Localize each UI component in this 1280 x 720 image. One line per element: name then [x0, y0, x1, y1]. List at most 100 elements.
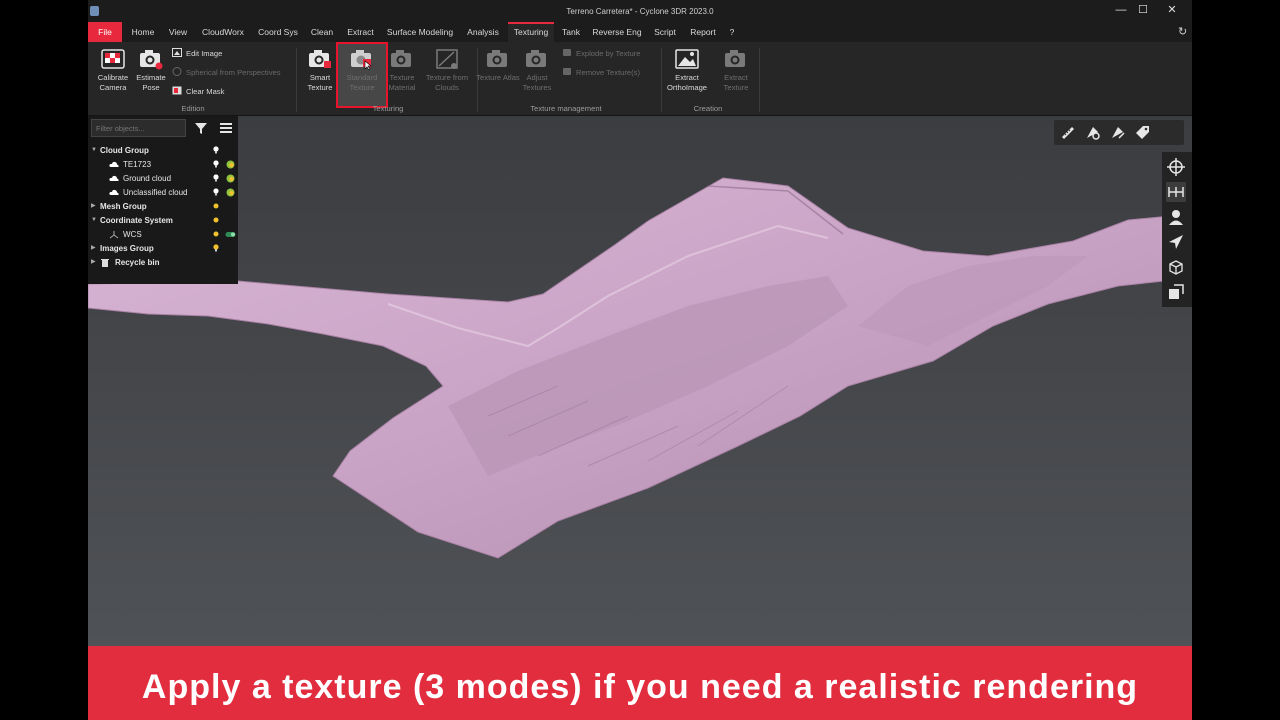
standard-texture-button[interactable]: Standard Texture: [340, 46, 384, 102]
tree-item-coordinate-system[interactable]: ▼ Coordinate System: [88, 214, 238, 227]
visibility-bulb-icon[interactable]: [213, 174, 219, 182]
tree-item-unclassified-cloud[interactable]: Unclassified cloud: [88, 186, 238, 199]
visibility-bulb-icon[interactable]: [213, 244, 219, 252]
inspect-icon[interactable]: [1084, 124, 1101, 141]
title-bar: Terreno Carretera* - Cyclone 3DR 2023.0 …: [88, 0, 1192, 22]
visibility-bulb-icon[interactable]: [213, 188, 219, 196]
menu-file[interactable]: File: [88, 22, 122, 42]
trash-icon: [101, 259, 109, 267]
adjust-textures-icon: [526, 50, 546, 67]
expand-arrow-icon[interactable]: ▼: [91, 214, 98, 227]
visibility-bulb-icon[interactable]: [213, 146, 219, 154]
sun-visibility-icon[interactable]: [213, 202, 219, 210]
menu-tank[interactable]: Tank: [560, 22, 582, 42]
extract-orthoimage-button[interactable]: Extract OrthoImage: [662, 46, 712, 102]
toggle-icon[interactable]: [225, 230, 236, 239]
close-button[interactable]: ✕: [1163, 3, 1181, 17]
ruler-icon[interactable]: [1059, 124, 1076, 141]
clear-mask-icon: [172, 86, 182, 95]
tag-icon[interactable]: [1134, 124, 1151, 141]
3d-viewport[interactable]: [88, 116, 1192, 646]
visibility-bulb-icon[interactable]: [213, 160, 219, 168]
expand-arrow-icon[interactable]: ▶: [91, 200, 98, 213]
menu-surface-modeling[interactable]: Surface Modeling: [386, 22, 454, 42]
menu-reverse-eng[interactable]: Reverse Eng: [592, 22, 642, 42]
user-view-icon[interactable]: [1166, 207, 1186, 227]
cube-view-icon[interactable]: [1166, 257, 1186, 277]
smart-texture-icon: [309, 50, 331, 68]
expand-arrow-icon[interactable]: ▶: [91, 242, 98, 255]
clear-mask-button[interactable]: Clear Mask: [172, 86, 224, 98]
filter-objects-input[interactable]: [91, 119, 186, 137]
tree-item-wcs[interactable]: WCS: [88, 228, 238, 241]
sun-visibility-icon[interactable]: [213, 216, 219, 224]
explode-by-texture-button[interactable]: Explode by Texture: [562, 48, 640, 60]
spherical-from-perspectives-button[interactable]: Spherical from Perspectives: [172, 67, 281, 79]
adjust-textures-button[interactable]: Adjust Textures: [515, 46, 559, 102]
edition-group-label: Edition: [181, 104, 205, 113]
menu-script[interactable]: Script: [650, 22, 680, 42]
minimize-button[interactable]: —: [1112, 3, 1130, 17]
measure-toolbar: [1054, 120, 1184, 145]
tree-item-te1723[interactable]: TE1723: [88, 158, 238, 171]
extract-texture-button[interactable]: Extract Texture: [714, 46, 758, 102]
estimate-pose-label: Estimate Pose: [136, 73, 166, 92]
creation-group-label: Creation: [693, 104, 723, 113]
tree-item-cloud-group[interactable]: ▼ Cloud Group: [88, 144, 238, 157]
view-toolbar: [1162, 152, 1192, 307]
list-menu-icon[interactable]: [219, 121, 233, 135]
pan-crosshair-icon[interactable]: [1166, 157, 1186, 177]
texture-material-label: Texture Material: [388, 73, 416, 92]
texture-management-group-label: Texture management: [530, 104, 602, 113]
menu-home[interactable]: Home: [128, 22, 158, 42]
sun-visibility-icon[interactable]: [213, 230, 219, 238]
object-tree-panel: ▼ Cloud Group TE1723 Ground cloud Unclas…: [88, 116, 238, 284]
standard-texture-label: Standard Texture: [346, 73, 378, 92]
menu-clean[interactable]: Clean: [309, 22, 335, 42]
extract-orthoimage-label: Extract OrthoImage: [666, 73, 708, 92]
expand-arrow-icon[interactable]: ▼: [91, 144, 98, 157]
texture-atlas-button[interactable]: Texture Atlas: [476, 46, 520, 102]
remove-textures-button[interactable]: Remove Texture(s): [562, 67, 640, 79]
expand-arrow-icon[interactable]: ▶: [91, 256, 98, 269]
filter-icon[interactable]: [194, 121, 208, 135]
edit-image-label: Edit Image: [186, 49, 223, 58]
texture-material-button[interactable]: Texture Material: [380, 46, 424, 102]
estimate-pose-button[interactable]: Estimate Pose: [129, 46, 173, 102]
menu-view[interactable]: View: [166, 22, 190, 42]
menu-cloudworx[interactable]: CloudWorx: [200, 22, 246, 42]
menu-bar: File Home View CloudWorx Coord Sys Clean…: [88, 22, 1192, 42]
tree-item-mesh-group[interactable]: ▶ Mesh Group: [88, 200, 238, 213]
extract-texture-icon: [725, 50, 745, 67]
color-mode-icon[interactable]: [225, 174, 236, 183]
menu-report[interactable]: Report: [688, 22, 718, 42]
menu-extract[interactable]: Extract: [344, 22, 377, 42]
adjust-textures-label: Adjust Textures: [522, 73, 552, 92]
tree-item-ground-cloud[interactable]: Ground cloud: [88, 172, 238, 185]
color-mode-icon[interactable]: [225, 160, 236, 169]
maximize-button[interactable]: ☐: [1134, 3, 1152, 17]
calibrate-camera-label: Calibrate Camera: [97, 73, 129, 92]
menu-analysis[interactable]: Analysis: [464, 22, 502, 42]
tree-item-images-group[interactable]: ▶ Images Group: [88, 242, 238, 255]
window-title: Terreno Carretera* - Cyclone 3DR 2023.0: [566, 7, 714, 16]
tree-item-recycle-bin[interactable]: ▶ Recycle bin: [88, 256, 238, 269]
color-mode-icon[interactable]: [225, 188, 236, 197]
edit-image-button[interactable]: Edit Image: [172, 48, 222, 60]
texture-from-clouds-button[interactable]: Texture from Clouds: [425, 46, 469, 102]
sphere-icon: [172, 67, 182, 76]
navigate-arrow-icon[interactable]: [1166, 232, 1186, 252]
annotate-icon[interactable]: [1109, 124, 1126, 141]
menu-help[interactable]: ?: [726, 22, 738, 42]
menu-texturing[interactable]: Texturing: [508, 22, 554, 42]
refresh-icon[interactable]: ↻: [1178, 26, 1190, 38]
axes-icon: [109, 231, 119, 239]
terrain-mesh[interactable]: [88, 116, 1192, 646]
calibrate-camera-icon: [101, 49, 125, 69]
cloud-icon: [109, 175, 119, 181]
fit-view-icon[interactable]: [1166, 182, 1186, 202]
clipping-box-icon[interactable]: [1166, 282, 1186, 302]
cloud-icon: [109, 161, 119, 167]
menu-coord-sys[interactable]: Coord Sys: [256, 22, 300, 42]
texture-material-icon: [391, 50, 411, 67]
